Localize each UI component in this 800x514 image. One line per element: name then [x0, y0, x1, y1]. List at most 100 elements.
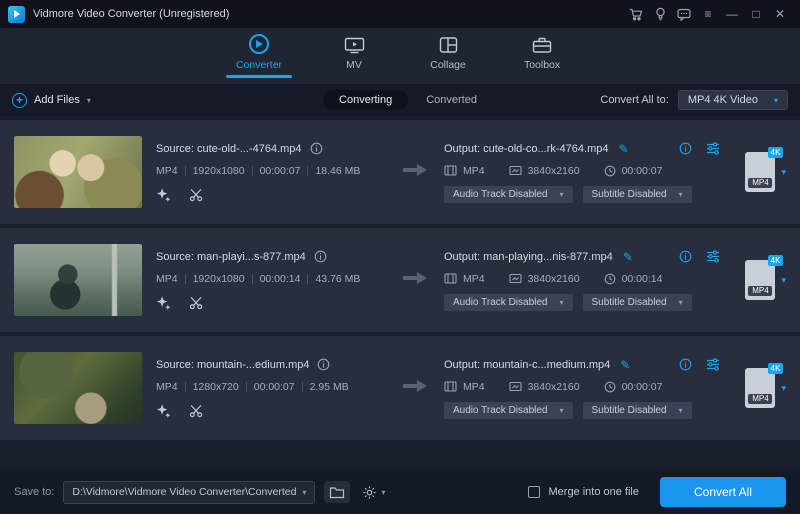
format-icon: [444, 165, 457, 176]
save-to-label: Save to:: [14, 486, 54, 498]
output-column: Output: cute-old-co...rk-4764.mp4 ✎ MP4: [444, 142, 724, 203]
output-column: Output: man-playing...nis-877.mp4 ✎ MP4: [444, 250, 724, 311]
video-thumbnail[interactable]: [14, 136, 142, 208]
tab-label: MV: [346, 59, 362, 71]
add-files-button[interactable]: + Add Files ▾: [12, 93, 91, 108]
output-info-icon[interactable]: [679, 250, 692, 263]
output-info-icon[interactable]: [679, 142, 692, 155]
video-thumbnail[interactable]: [14, 352, 142, 424]
mv-icon: [344, 36, 365, 54]
output-profile[interactable]: 4K MP4 ▾: [724, 152, 786, 192]
info-icon[interactable]: [310, 142, 323, 155]
format-icon: [444, 381, 457, 392]
audio-track-dropdown[interactable]: Audio Track Disabled▾: [444, 186, 573, 203]
audio-track-dropdown[interactable]: Audio Track Disabled▾: [444, 294, 573, 311]
output-meta: MP4 3840x2160 00:00:07: [444, 165, 724, 177]
output-settings-icon[interactable]: [706, 358, 720, 371]
divider: [252, 166, 253, 176]
caret-down-icon[interactable]: ▾: [781, 275, 786, 286]
divider: [302, 382, 303, 392]
file-row[interactable]: Source: cute-old-...-4764.mp4 MP4 1920x1…: [0, 120, 800, 224]
divider: [185, 166, 186, 176]
converter-icon: [249, 34, 269, 54]
output-filename: Output: mountain-c...medium.mp4: [444, 359, 610, 371]
tab-collage[interactable]: Collage: [420, 36, 476, 78]
save-path-dropdown[interactable]: D:\Vidmore\Vidmore Video Converter\Conve…: [63, 481, 315, 504]
divider: [252, 274, 253, 284]
output-file-icon[interactable]: 4K MP4: [745, 152, 775, 192]
settings-button[interactable]: ▾: [359, 485, 388, 500]
effect-icon[interactable]: [156, 187, 171, 202]
close-button[interactable]: ✕: [768, 2, 792, 26]
output-profile[interactable]: 4K MP4 ▾: [724, 260, 786, 300]
output-filename: Output: cute-old-co...rk-4764.mp4: [444, 143, 608, 155]
merge-checkbox[interactable]: [528, 486, 540, 498]
output-profile[interactable]: 4K MP4 ▾: [724, 368, 786, 408]
cut-icon[interactable]: [189, 188, 204, 202]
rename-icon[interactable]: ✎: [620, 358, 630, 372]
save-path-value: D:\Vidmore\Vidmore Video Converter\Conve…: [72, 486, 296, 498]
subtitle-dropdown[interactable]: Subtitle Disabled▾: [583, 186, 692, 203]
main-nav: Converter MV Collage: [0, 28, 800, 84]
feedback-icon[interactable]: [672, 2, 696, 26]
output-column: Output: mountain-c...medium.mp4 ✎ MP4: [444, 358, 724, 419]
rename-icon[interactable]: ✎: [623, 250, 633, 264]
caret-down-icon: ▾: [381, 488, 385, 497]
tab-label: Toolbox: [524, 59, 560, 71]
toolbox-icon: [532, 36, 552, 54]
source-column: Source: mountain-...edium.mp4 MP4 1280x7…: [156, 358, 386, 418]
source-meta: MP4 1280x720 00:00:07 2.95 MB: [156, 381, 386, 393]
audio-track-dropdown[interactable]: Audio Track Disabled▾: [444, 402, 573, 419]
info-icon[interactable]: [317, 358, 330, 371]
caret-down-icon: ▾: [774, 96, 778, 105]
rename-icon[interactable]: ✎: [618, 142, 628, 156]
cut-icon[interactable]: [189, 404, 204, 418]
queue-mode-tabs: Converting Converted: [323, 90, 477, 110]
caret-down-icon: ▾: [560, 406, 564, 415]
caret-down-icon: ▾: [302, 488, 306, 497]
tab-label: Converter: [236, 59, 282, 71]
tab-toolbox[interactable]: Toolbox: [514, 36, 570, 78]
tab-label: Collage: [430, 59, 466, 71]
output-file-icon[interactable]: 4K MP4: [745, 260, 775, 300]
format-icon: [444, 273, 457, 284]
resolution-icon: [509, 273, 522, 284]
tab-converting[interactable]: Converting: [323, 90, 408, 110]
output-meta: MP4 3840x2160 00:00:14: [444, 273, 724, 285]
resolution-icon: [509, 165, 522, 176]
source-column: Source: cute-old-...-4764.mp4 MP4 1920x1…: [156, 142, 386, 202]
output-file-icon[interactable]: 4K MP4: [745, 368, 775, 408]
menu-icon[interactable]: ≡: [696, 2, 720, 26]
format-badge: MP4: [748, 178, 772, 188]
file-row[interactable]: Source: mountain-...edium.mp4 MP4 1280x7…: [0, 336, 800, 440]
open-folder-button[interactable]: [324, 481, 350, 503]
output-format-dropdown[interactable]: MP4 4K Video ▾: [678, 90, 788, 110]
convert-all-button[interactable]: Convert All: [660, 477, 786, 507]
maximize-button[interactable]: □: [744, 2, 768, 26]
collage-icon: [439, 36, 458, 54]
clock-icon: [604, 165, 616, 177]
video-thumbnail[interactable]: [14, 244, 142, 316]
subtitle-dropdown[interactable]: Subtitle Disabled▾: [583, 402, 692, 419]
caret-down-icon[interactable]: ▾: [87, 96, 91, 105]
bulb-icon[interactable]: [648, 2, 672, 26]
tab-converter[interactable]: Converter: [230, 34, 288, 78]
cart-icon[interactable]: [624, 2, 648, 26]
tab-converted[interactable]: Converted: [426, 94, 477, 106]
info-icon[interactable]: [314, 250, 327, 263]
cut-icon[interactable]: [189, 296, 204, 310]
output-settings-icon[interactable]: [706, 142, 720, 155]
caret-down-icon[interactable]: ▾: [781, 167, 786, 178]
resolution-icon: [509, 381, 522, 392]
output-settings-icon[interactable]: [706, 250, 720, 263]
file-row[interactable]: Source: man-playi...s-877.mp4 MP4 1920x1…: [0, 228, 800, 332]
effect-icon[interactable]: [156, 403, 171, 418]
caret-down-icon[interactable]: ▾: [781, 383, 786, 394]
divider: [307, 166, 308, 176]
minimize-button[interactable]: —: [720, 2, 744, 26]
output-info-icon[interactable]: [679, 358, 692, 371]
tab-mv[interactable]: MV: [326, 36, 382, 78]
effect-icon[interactable]: [156, 295, 171, 310]
subtitle-dropdown[interactable]: Subtitle Disabled▾: [583, 294, 692, 311]
caret-down-icon: ▾: [560, 190, 564, 199]
